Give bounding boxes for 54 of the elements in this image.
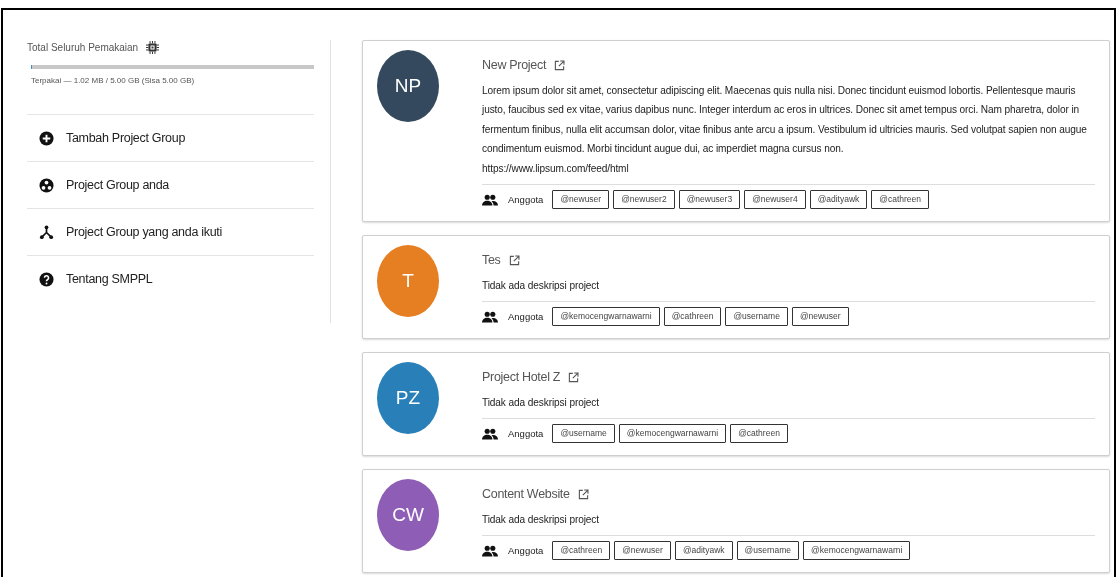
- external-link-icon: [577, 488, 589, 500]
- people-icon: [482, 193, 498, 206]
- sidebar-item[interactable]: Project Group yang anda ikuti: [27, 208, 314, 255]
- project-avatar: NP: [377, 50, 439, 122]
- project-description: Lorem ipsum dolor sit amet, consectetur adipiscing elit. Maecenas quis nulla nisi. Donec tincidunt euismod lobortis. Pellentesque mauris justo, faucibus sed ex vitae, varius dapibus nunc. Integer interdum ac eros in ultrices. Donec sit amet tempus orci. Nam pharetra, dolor in fermentum finibus, nulla elit accumsan dolor, vitae finibus ante arcu a ipsum. Vestibulum id ultricies mauris. Sed volutpat sapien non augue condimentum euismod. Morbi tincidunt augue dui, ac imperdiet magna cursus non.: [482, 83, 1088, 157]
- usage-reading: Terpakai — 1.02 MB / 5.00 GB (Sisa 5.00 GB): [31, 75, 196, 87]
- sidebar-item[interactable]: Tambah Project Group: [27, 114, 314, 161]
- members-label: Anggota: [508, 192, 544, 207]
- member-tag[interactable]: @username: [725, 307, 788, 326]
- hub-icon: [39, 224, 54, 240]
- external-link-icon: [554, 59, 566, 71]
- plus-circle-icon: [39, 130, 54, 146]
- project-description: Tidak ada deskripsi project: [482, 512, 600, 527]
- member-tag[interactable]: @newuser4: [744, 190, 806, 209]
- project-title[interactable]: Tes: [482, 251, 501, 270]
- help-icon: [39, 271, 54, 287]
- project-url: https://www.lipsum.com/feed/html: [482, 161, 630, 176]
- project-title[interactable]: New Project: [482, 56, 547, 75]
- member-tag[interactable]: @newuser: [552, 190, 610, 209]
- member-tag[interactable]: @newuser3: [678, 190, 741, 209]
- project-avatar: CW: [377, 479, 439, 551]
- member-tag[interactable]: @adityawk: [809, 190, 868, 209]
- people-icon: [482, 544, 498, 557]
- project-description: Tidak ada deskripsi project: [482, 395, 600, 410]
- member-tag[interactable]: @newuser2: [613, 190, 675, 209]
- people-icon: [482, 310, 498, 323]
- member-tag[interactable]: @adityawk: [674, 541, 733, 560]
- sidebar-item[interactable]: Project Group anda: [27, 161, 314, 208]
- people-icon: [482, 427, 498, 440]
- project-avatar: T: [377, 245, 439, 317]
- member-tag[interactable]: @cathreen: [730, 424, 788, 443]
- member-tag[interactable]: @newuser: [791, 307, 849, 326]
- members-label: Anggota: [508, 426, 544, 441]
- group-circle-icon: [39, 177, 54, 193]
- project-title[interactable]: Project Hotel Z: [482, 368, 561, 387]
- members-label: Anggota: [508, 309, 544, 324]
- sidebar-item[interactable]: Tentang SMPPL: [27, 255, 314, 302]
- member-tag[interactable]: @cathreen: [663, 307, 722, 326]
- external-link-icon: [508, 254, 520, 266]
- member-tag[interactable]: @newuser: [614, 541, 671, 560]
- project-title[interactable]: Content Website: [482, 485, 570, 504]
- member-tag[interactable]: @kemocengwarnawarni: [618, 424, 727, 443]
- member-tag[interactable]: @kemocengwarnawarni: [803, 541, 911, 560]
- members-label: Anggota: [508, 543, 544, 558]
- project-description: Tidak ada deskripsi project: [482, 278, 600, 293]
- member-tag[interactable]: @username: [736, 541, 800, 560]
- member-tag[interactable]: @kemocengwarnawarni: [552, 307, 660, 326]
- member-tag[interactable]: @username: [552, 424, 615, 443]
- external-link-icon: [568, 371, 580, 383]
- project-avatar: PZ: [377, 362, 439, 434]
- member-tag[interactable]: @cathreen: [552, 541, 611, 560]
- member-tag[interactable]: @cathreen: [871, 190, 930, 209]
- chip-icon: [146, 41, 160, 54]
- usage-title: Total Seluruh Pemakaian: [27, 41, 139, 55]
